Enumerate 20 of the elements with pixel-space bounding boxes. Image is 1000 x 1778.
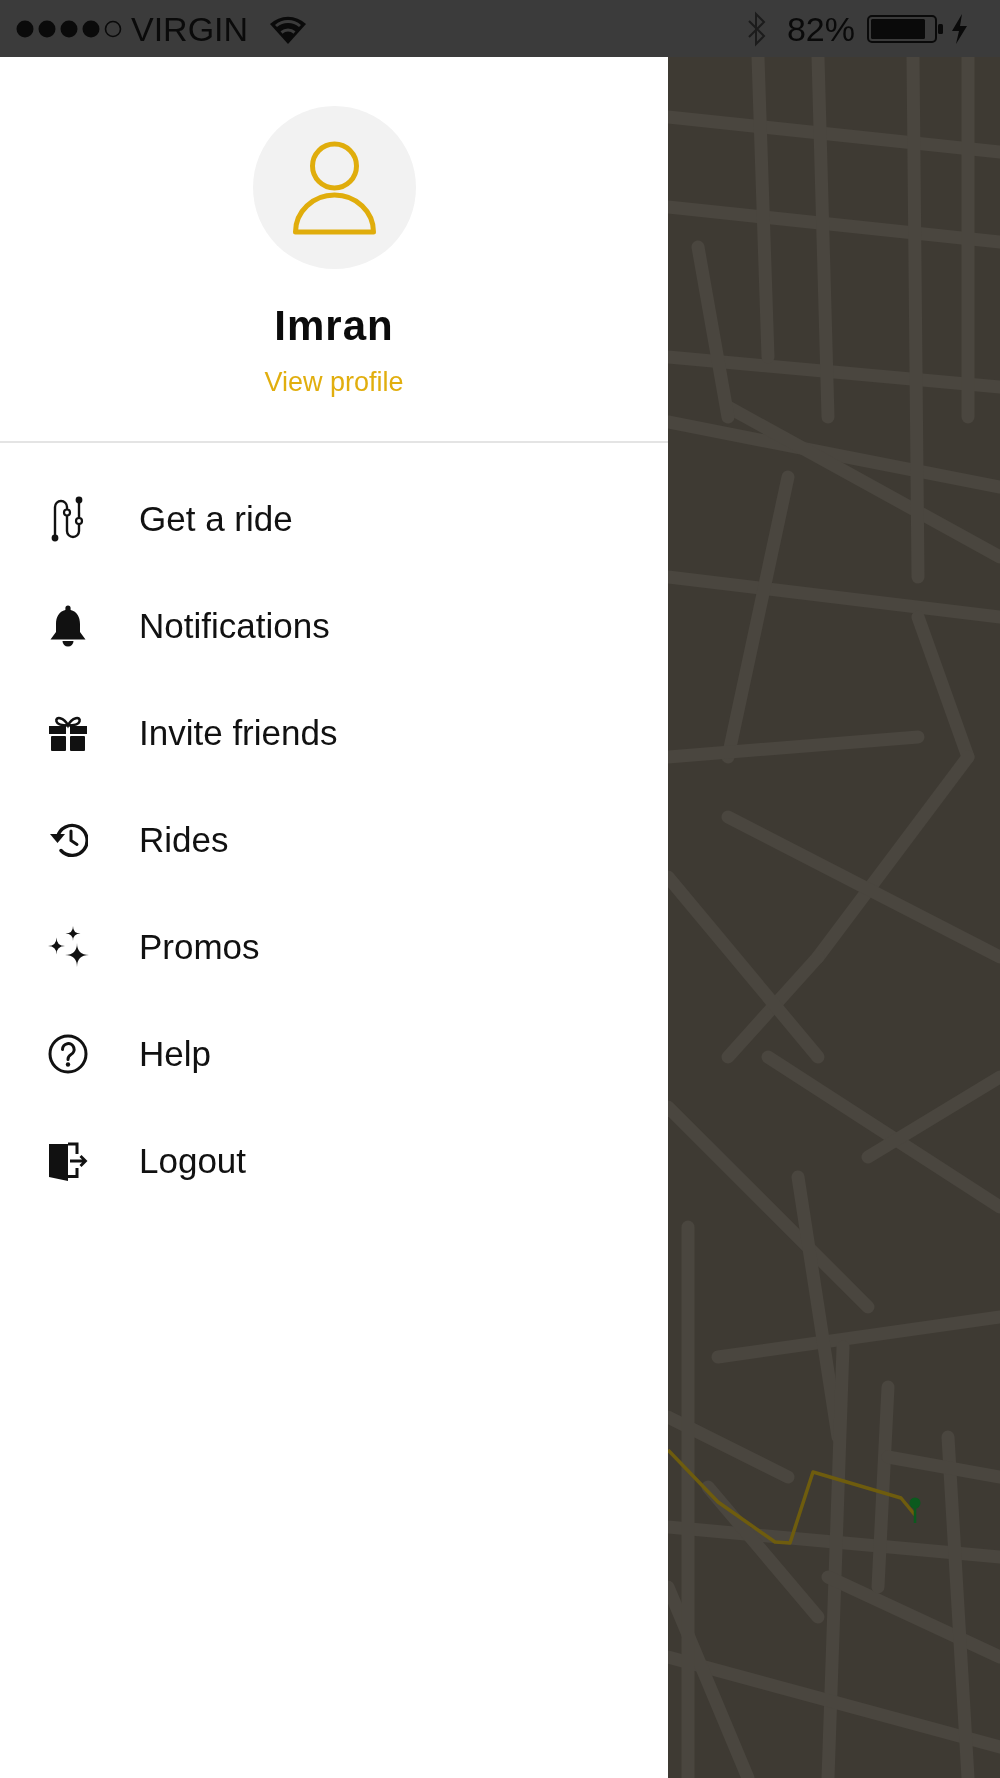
menu-item[interactable]: Rides (0, 786, 668, 894)
logout-icon (48, 1141, 88, 1181)
menu-item[interactable]: Logout (0, 1107, 668, 1215)
bell-icon (50, 605, 86, 647)
route-icon (50, 496, 86, 542)
menu-item[interactable]: Invite friends (0, 679, 668, 787)
gift-icon (49, 715, 87, 751)
help-icon (48, 1034, 88, 1074)
user-name: Imran (274, 301, 394, 351)
avatar-icon (252, 106, 416, 269)
menu-item[interactable]: Help (0, 1000, 668, 1108)
charging-icon (950, 13, 969, 44)
signal-strength-icon (16, 19, 122, 38)
menu-item[interactable]: Get a ride (0, 465, 668, 573)
menu-item[interactable]: Notifications (0, 572, 668, 680)
bluetooth-icon (746, 9, 767, 48)
location-pin-icon (909, 1497, 921, 1523)
history-icon (48, 822, 88, 858)
battery-icon (867, 14, 944, 43)
menu-item[interactable]: Promos (0, 893, 668, 1001)
